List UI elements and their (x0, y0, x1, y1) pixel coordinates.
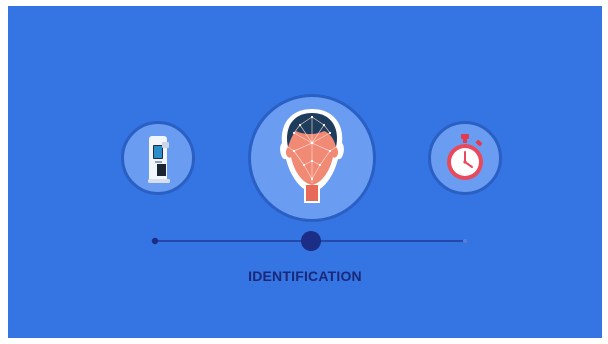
stopwatch-icon (447, 134, 483, 180)
stopwatch-circle (428, 121, 502, 195)
progress-start-dot (151, 237, 159, 245)
progress-end-dot (463, 239, 467, 243)
face-scan-circle (248, 94, 376, 222)
face-scan-icon (280, 109, 344, 203)
kiosk-terminal-icon (148, 136, 170, 183)
presentation-frame: IDENTIFICATION (8, 6, 602, 338)
kiosk-circle (121, 121, 195, 195)
progress-active-dot (301, 231, 321, 251)
step-label: IDENTIFICATION (248, 268, 362, 284)
